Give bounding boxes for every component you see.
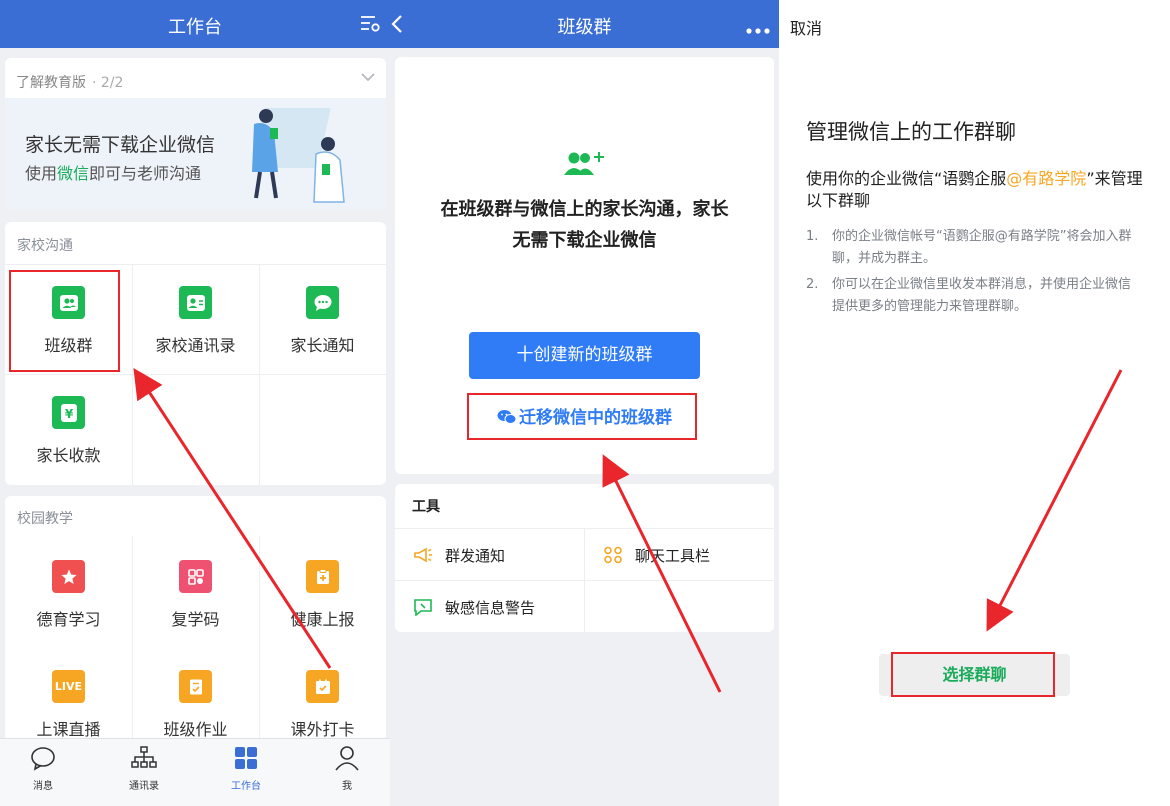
add-group-members-icon	[563, 149, 607, 183]
banner-line-1: 家长无需下载企业微信	[25, 134, 216, 156]
banner-line-2-post: 即可与老师沟通	[89, 164, 202, 183]
divider	[395, 580, 774, 581]
tool-label: 群发通知	[445, 546, 506, 565]
tile-resume-code[interactable]: 复学码	[132, 538, 259, 648]
tile-label: 家长收款	[36, 446, 101, 465]
tool-label: 敏感信息警告	[445, 598, 536, 617]
tile-label: 复学码	[171, 610, 220, 629]
workbench-header: 工作台	[0, 0, 390, 48]
calendar-check-icon	[306, 670, 339, 703]
banner-page-indicator: · 2/2	[92, 75, 124, 91]
workbench-panel: 工作台 了解教育版 · 2/2 家长无需下载企业微信 使用微信即可与老师沟通 家…	[0, 0, 390, 806]
intro-description: 在班级群与微信上的家长沟通，家长无需下载企业微信	[440, 199, 729, 251]
banner-line-2-pre: 使用	[25, 164, 58, 183]
edu-intro-banner[interactable]: 了解教育版 · 2/2 家长无需下载企业微信 使用微信即可与老师沟通	[5, 58, 386, 210]
annotation-highlight-box	[891, 652, 1055, 697]
cancel-button[interactable]: 取消	[790, 15, 822, 39]
page-title: 工作台	[168, 17, 222, 38]
star-icon	[52, 560, 85, 593]
tile-health-report[interactable]: 健康上报	[259, 538, 386, 648]
tile-label: 家校通讯录	[155, 336, 236, 355]
tool-sensitive-warning[interactable]: 敏感信息警告	[413, 582, 535, 632]
list-item: 1. 你的企业微信帐号“语鹦企服@有路学院”将会加入群聊，并成为群主。	[806, 226, 1136, 270]
class-group-panel: 班级群 在班级群与微信上的家长沟通，家长无需下载企业微信 十创建新的班级群 迁移…	[390, 0, 779, 806]
list-text: 你可以在企业微信里收发本群消息，并使用企业微信提供更多的管理能力来管理群聊。	[832, 277, 1132, 314]
contacts-card-icon	[179, 286, 212, 319]
tile-label: 德育学习	[36, 610, 101, 629]
section-title: 家校沟通	[17, 238, 73, 254]
live-badge-icon: LIVE	[52, 670, 85, 703]
tool-label: 聊天工具栏	[635, 546, 711, 565]
tile-label: 班级作业	[163, 720, 228, 739]
teacher-parent-illustration	[230, 102, 380, 210]
org-chart-icon	[130, 746, 158, 775]
banner-line-2: 使用微信即可与老师沟通	[25, 160, 201, 184]
info-list: 1. 你的企业微信帐号“语鹦企服@有路学院”将会加入群聊，并成为群主。 2. 你可以…	[806, 226, 1136, 322]
create-class-group-button[interactable]: 十创建新的班级群	[469, 332, 700, 379]
megaphone-icon	[413, 546, 433, 564]
page-title: 班级群	[557, 17, 612, 38]
bottom-tab-bar: 消息 通讯录 工作台 我	[0, 738, 390, 806]
annotation-highlight-box	[9, 270, 120, 372]
tile-label: 上课直播	[36, 720, 101, 739]
qr-code-icon	[179, 560, 212, 593]
tools-title: 工具	[412, 499, 440, 515]
yuan-payment-icon: ¥	[52, 396, 85, 429]
tile-label: 健康上报	[290, 610, 355, 629]
tab-label: 工作台	[231, 781, 261, 792]
tile-moral-study[interactable]: 德育学习	[5, 538, 132, 648]
tile-label: 课外打卡	[290, 720, 355, 739]
subheading-pre: 使用你的企业微信“语鹦企服	[806, 169, 1007, 188]
tile-parent-payment[interactable]: ¥ 家长收款	[5, 374, 132, 484]
tile-home-contacts[interactable]: 家校通讯录	[132, 264, 259, 374]
section-title: 校园教学	[17, 511, 73, 527]
chevron-down-icon[interactable]	[360, 68, 376, 87]
list-item: 2. 你可以在企业微信里收发本群消息，并使用企业微信提供更多的管理能力来管理群聊。	[806, 274, 1136, 318]
more-dots-icon[interactable]	[745, 20, 771, 39]
campus-teaching-section: 校园教学 德育学习 复学码 健康上报 LIVE 上课直播 班级作业 课外打卡	[5, 496, 386, 741]
tab-workbench[interactable]: 工作台	[206, 745, 286, 792]
list-number: 1.	[806, 229, 819, 244]
tab-label: 消息	[33, 781, 53, 792]
tab-messages[interactable]: 消息	[3, 745, 83, 792]
tool-mass-notice[interactable]: 群发通知	[413, 530, 505, 580]
medical-kit-icon	[306, 560, 339, 593]
manage-subheading: 使用你的企业微信“语鹦企服@有路学院”来管理以下群聊	[806, 168, 1146, 212]
homework-doc-icon	[179, 670, 212, 703]
list-number: 2.	[806, 277, 819, 292]
chat-bubble-icon	[306, 286, 339, 319]
tab-me[interactable]: 我	[307, 745, 387, 792]
tab-label: 通讯录	[129, 781, 159, 792]
annotation-highlight-box	[467, 393, 697, 440]
settings-filter-icon[interactable]	[360, 14, 382, 38]
tile-label: 家长通知	[290, 336, 355, 355]
tile-parent-notice[interactable]: 家长通知	[259, 264, 386, 374]
manage-group-panel: 取消 管理微信上的工作群聊 使用你的企业微信“语鹦企服@有路学院”来管理以下群聊…	[779, 0, 1170, 806]
class-group-header: 班级群	[390, 0, 779, 48]
banner-heading-text: 了解教育版	[16, 75, 86, 91]
tab-contacts[interactable]: 通讯录	[104, 745, 184, 792]
puzzle-icon	[603, 546, 623, 564]
chat-bubble-icon	[29, 747, 57, 775]
org-name: @有路学院	[1006, 169, 1087, 188]
grid-icon	[232, 747, 260, 775]
warning-chat-icon	[413, 598, 433, 616]
tool-chat-toolbar[interactable]: 聊天工具栏	[603, 530, 710, 580]
list-text: 你的企业微信帐号“语鹦企服@有路学院”将会加入群聊，并成为群主。	[832, 229, 1132, 266]
banner-content: 家长无需下载企业微信 使用微信即可与老师沟通	[5, 98, 386, 210]
banner-wechat-highlight: 微信	[57, 164, 90, 183]
tab-label: 我	[342, 781, 352, 792]
manage-heading: 管理微信上的工作群聊	[806, 120, 1016, 144]
tools-section: 工具 群发通知 聊天工具栏 敏感信息警告	[395, 484, 774, 632]
banner-heading: 了解教育版 · 2/2	[16, 72, 123, 92]
person-icon	[333, 746, 361, 775]
svg-text:¥: ¥	[64, 407, 73, 421]
